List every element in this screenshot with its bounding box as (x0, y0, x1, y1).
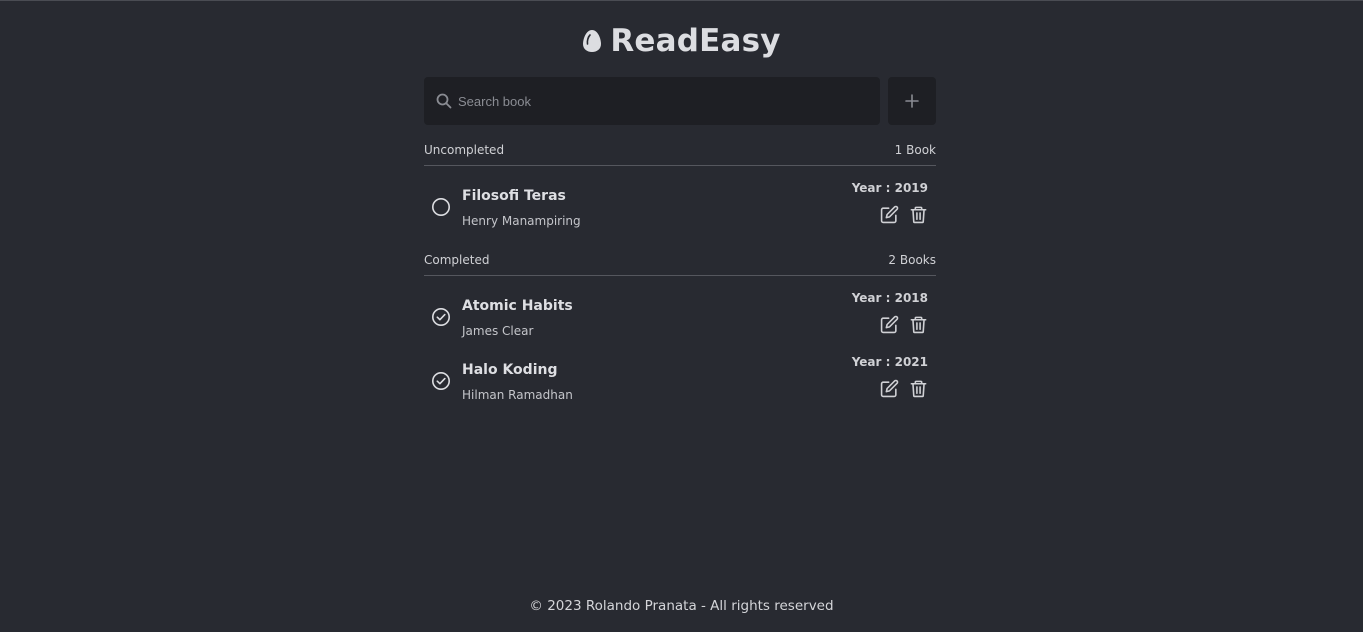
book-year: Year : 2021 (851, 355, 928, 369)
section-header-uncompleted: Uncompleted 1 Book (424, 142, 936, 166)
book-actions (880, 315, 928, 334)
search-input[interactable] (458, 77, 880, 125)
section-count: 2 Books (888, 253, 936, 267)
main-container: Uncompleted 1 Book Filosofi Teras Henry … (424, 77, 936, 413)
completed-check-icon[interactable] (431, 307, 451, 327)
add-book-button[interactable] (888, 77, 936, 125)
book-year: Year : 2019 (851, 181, 928, 195)
book-year: Year : 2018 (851, 291, 928, 305)
book-actions (880, 379, 928, 398)
trash-icon[interactable] (909, 315, 928, 334)
trash-icon[interactable] (909, 205, 928, 224)
book-author: Hilman Ramadhan (462, 388, 573, 402)
book-author: Henry Manampiring (462, 214, 581, 228)
book-item: Halo Koding Hilman Ramadhan Year : 2021 (424, 349, 936, 413)
edit-icon[interactable] (880, 379, 899, 398)
section-title: Completed (424, 253, 490, 267)
book-author: James Clear (462, 324, 534, 338)
book-meta: Year : 2018 (852, 285, 936, 334)
book-title: Atomic Habits (462, 298, 573, 314)
footer-copyright: © 2023 Rolando Pranata - All rights rese… (529, 598, 834, 614)
uncompleted-circle-icon[interactable] (431, 197, 451, 217)
book-info: Filosofi Teras Henry Manampiring (462, 186, 852, 228)
app-header: ReadEasy (0, 23, 1363, 59)
book-info: Halo Koding Hilman Ramadhan (462, 360, 852, 402)
egg-icon (582, 28, 602, 54)
section-count: 1 Book (894, 143, 936, 157)
book-item: Filosofi Teras Henry Manampiring Year : … (424, 175, 936, 239)
plus-icon (905, 94, 919, 108)
edit-icon[interactable] (880, 315, 899, 334)
book-meta: Year : 2021 (852, 349, 936, 398)
book-info: Atomic Habits James Clear (462, 296, 852, 338)
app-title: ReadEasy (610, 23, 781, 59)
trash-icon[interactable] (909, 379, 928, 398)
completed-check-icon[interactable] (431, 371, 451, 391)
book-meta: Year : 2019 (852, 175, 936, 224)
book-actions (880, 205, 928, 224)
book-title: Halo Koding (462, 362, 558, 378)
search-icon (436, 93, 452, 109)
edit-icon[interactable] (880, 205, 899, 224)
section-title: Uncompleted (424, 143, 505, 157)
section-header-completed: Completed 2 Books (424, 251, 936, 276)
search-row (424, 77, 936, 125)
book-item: Atomic Habits James Clear Year : 2018 (424, 285, 936, 349)
search-box[interactable] (424, 77, 880, 125)
book-title: Filosofi Teras (462, 188, 566, 204)
